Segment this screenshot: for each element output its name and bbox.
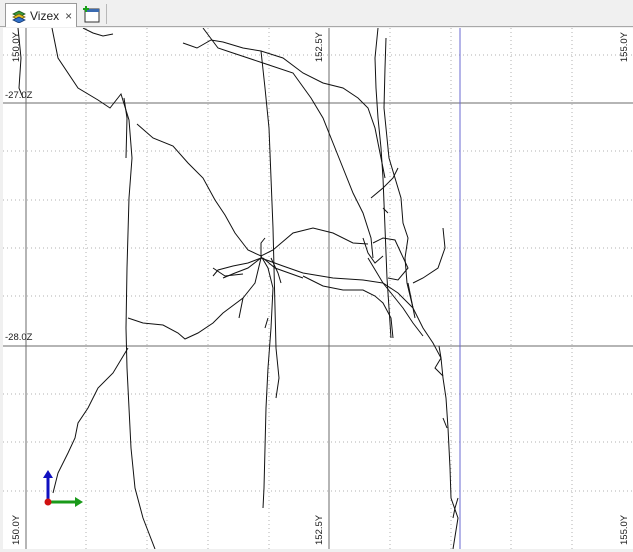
svg-text:152.5Y: 152.5Y: [314, 514, 325, 545]
axis-triad-icon: [43, 470, 83, 507]
y-label-bottom-left: 150.0Y: [11, 514, 22, 545]
document-tab-bar: Vizex ×: [0, 0, 633, 27]
svg-text:150.0Y: 150.0Y: [11, 514, 22, 545]
svg-text:152.5Y: 152.5Y: [314, 31, 325, 62]
drillhole-traces[interactable]: [17, 28, 459, 549]
y-label-top-right: 155.0Y: [619, 31, 630, 62]
major-grid: [3, 28, 633, 549]
y-label-bottom-mid: 152.5Y: [314, 514, 325, 545]
y-label-top-left: 150.0Y: [11, 31, 22, 62]
tab-vizex[interactable]: Vizex ×: [5, 3, 77, 27]
svg-text:150.0Y: 150.0Y: [11, 31, 22, 62]
y-label-top-mid: 152.5Y: [314, 31, 325, 62]
toolbar-separator: [106, 4, 107, 24]
minor-grid: [3, 28, 633, 549]
y-label-bottom-right: 155.0Y: [619, 514, 630, 545]
layers-icon: [12, 10, 26, 23]
svg-text:155.0Y: 155.0Y: [619, 31, 630, 62]
z-label-lower: -28.0Z: [5, 332, 33, 343]
close-icon[interactable]: ×: [65, 10, 72, 22]
z-label-upper: -27.0Z: [5, 90, 33, 101]
new-window-icon[interactable]: [82, 5, 102, 24]
svg-text:155.0Y: 155.0Y: [619, 514, 630, 545]
tab-label: Vizex: [30, 8, 60, 23]
vizex-viewport[interactable]: 150.0Y 152.5Y 155.0Y 150.0Y 152.5Y 155.0…: [3, 28, 633, 549]
section-view[interactable]: 150.0Y 152.5Y 155.0Y 150.0Y 152.5Y 155.0…: [3, 28, 633, 549]
